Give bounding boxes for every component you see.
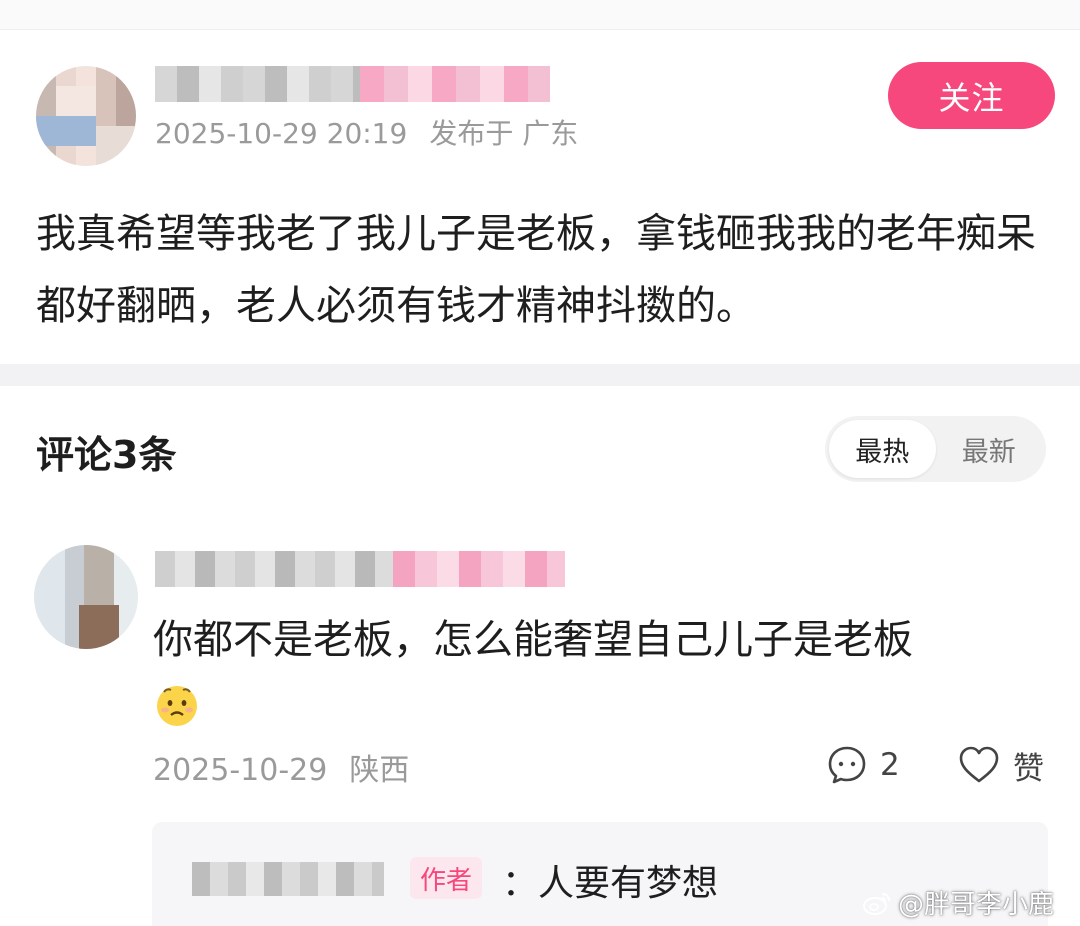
comment-text: 你都不是老板，怎么能奢望自己儿子是老板: [153, 617, 913, 663]
comments-count-title: 评论3条: [36, 433, 177, 477]
comment-meta: 2025-10-29 陕西: [153, 745, 431, 789]
commenter-avatar[interactable]: [34, 545, 138, 649]
sort-new-tab[interactable]: 最新: [936, 420, 1043, 478]
comment-location: 陕西: [349, 753, 410, 788]
post-meta: 2025-10-29 20:19 发布于 广东: [155, 112, 600, 152]
heart-icon: [959, 746, 999, 783]
reply-count-button[interactable]: 2: [826, 742, 900, 788]
reply-count: 2: [880, 747, 900, 783]
like-button[interactable]: 赞: [957, 742, 1044, 788]
post-timestamp: 2025-10-29 20:19: [155, 117, 408, 150]
top-bar: [0, 0, 1080, 30]
reply-author-name-redacted[interactable]: [192, 862, 384, 896]
commenter-name-redacted[interactable]: [155, 551, 565, 587]
sort-hot-tab[interactable]: 最热: [829, 420, 936, 478]
like-label: 赞: [1013, 750, 1044, 787]
worried-face-icon: [157, 686, 197, 726]
weibo-logo-icon: [863, 892, 890, 915]
section-divider: [0, 364, 1080, 386]
post-author-name-redacted[interactable]: [155, 66, 550, 102]
comment-date: 2025-10-29: [153, 753, 328, 788]
post-body-text: 我真希望等我老了我儿子是老板，拿钱砸我我的老年痴呆都好翻晒，老人必须有钱才精神抖…: [36, 211, 1036, 329]
author-badge: 作者: [410, 857, 483, 899]
comment-bubble-icon: [828, 746, 866, 784]
weibo-watermark: @胖哥李小鹿: [862, 884, 1054, 921]
post-author-avatar[interactable]: [36, 66, 136, 166]
post-location: 发布于 广东: [429, 117, 579, 150]
follow-button[interactable]: 关注: [888, 62, 1055, 129]
reply-text: ：人要有梦想: [502, 863, 719, 904]
watermark-text: @胖哥李小鹿: [898, 890, 1055, 920]
comment-sort-toggle: 最热 最新: [825, 416, 1046, 482]
